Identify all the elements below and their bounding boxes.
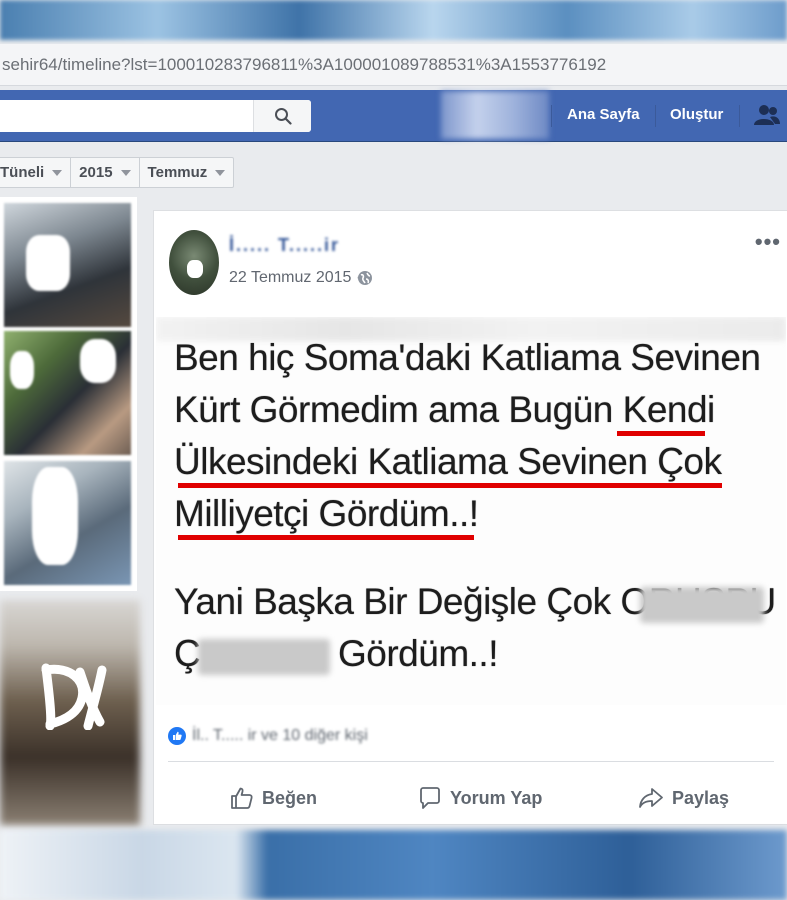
filter-year-label: 2015 xyxy=(79,164,113,181)
likes-text: İl.. T..... ir ve 10 diğer kişi xyxy=(192,727,368,744)
search-input[interactable] xyxy=(0,100,311,132)
censor-scribble xyxy=(41,663,107,730)
red-underline xyxy=(617,431,705,436)
censor-blur xyxy=(640,587,764,623)
share-label: Paylaş xyxy=(672,787,730,808)
search-icon xyxy=(274,108,292,125)
like-label: Beğen xyxy=(262,787,318,808)
filter-timeline[interactable]: Tüneli xyxy=(0,158,72,187)
divider xyxy=(168,761,774,762)
like-badge-icon xyxy=(168,727,186,745)
filter-month-label: Temmuz xyxy=(147,164,208,181)
browser-address-bar[interactable]: sehir64/timeline?lst=100010283796811%3A1… xyxy=(0,44,787,86)
avatar[interactable] xyxy=(169,230,219,295)
red-underline xyxy=(178,483,722,488)
censor-patch xyxy=(10,351,34,389)
photo-thumbnail[interactable] xyxy=(4,203,131,327)
share-icon xyxy=(639,788,663,808)
likes-summary[interactable]: İl.. T..... ir ve 10 diğer kişi xyxy=(168,721,368,751)
share-button[interactable]: Paylaş xyxy=(638,781,729,815)
desktop-background-blur xyxy=(0,0,787,40)
image-text-line: Ç xyxy=(174,633,201,674)
comment-button[interactable]: Yorum Yap xyxy=(418,781,542,815)
friends-icon[interactable] xyxy=(753,104,781,126)
photos-card xyxy=(0,197,137,591)
image-text-line: Milliyetçi Gördüm..! xyxy=(174,493,479,534)
search-button[interactable] xyxy=(253,100,311,132)
filter-timeline-label: Tüneli xyxy=(0,164,45,181)
thumbs-up-icon xyxy=(231,787,253,809)
image-text-line: Gördüm..! xyxy=(338,633,499,674)
nav-divider xyxy=(739,105,740,127)
censor-patch xyxy=(80,339,116,383)
nav-divider xyxy=(551,105,552,127)
censor-patch xyxy=(26,235,70,291)
address-url[interactable]: sehir64/timeline?lst=100010283796811%3A1… xyxy=(2,55,606,75)
image-text-line: Ülkesindeki Katliama Sevinen Çok xyxy=(174,441,722,482)
comment-icon xyxy=(420,787,440,809)
filter-month[interactable]: Temmuz xyxy=(140,158,234,187)
chevron-down-icon xyxy=(215,169,226,176)
image-text-line: Ben hiç Soma'daki Katliama Sevinen xyxy=(174,337,761,378)
nav-create[interactable]: Oluştur xyxy=(670,90,723,140)
facebook-header: Ana Sayfa Oluştur xyxy=(0,90,787,142)
post-image[interactable]: Ben hiç Soma'daki Katliama Sevinen Kürt … xyxy=(156,317,786,705)
photo-thumbnail[interactable] xyxy=(4,331,131,455)
photo-thumbnail[interactable] xyxy=(4,461,131,585)
like-button[interactable]: Beğen xyxy=(230,781,317,815)
more-icon[interactable]: ••• xyxy=(755,229,781,255)
globe-icon xyxy=(358,271,372,285)
profile-link-blurred[interactable] xyxy=(441,91,549,139)
timeline-filter: Tüneli 2015 Temmuz xyxy=(0,157,235,188)
filter-year[interactable]: 2015 xyxy=(71,158,140,187)
censor-patch xyxy=(32,467,78,565)
chevron-down-icon xyxy=(52,169,63,176)
post-card: İ..... T.....ir 22 Temmuz 2015 · ••• Ben… xyxy=(153,210,787,825)
post-author[interactable]: İ..... T.....ir xyxy=(229,235,340,256)
censor-blur xyxy=(198,639,330,675)
censor-patch xyxy=(187,260,203,278)
image-text-line: Kürt Görmedim ama Bugün Kendi xyxy=(174,389,715,430)
nav-home[interactable]: Ana Sayfa xyxy=(567,90,640,140)
red-underline xyxy=(178,535,474,540)
taskbar-blur xyxy=(0,830,787,900)
post-date[interactable]: 22 Temmuz 2015 · xyxy=(229,269,361,287)
nav-divider xyxy=(655,105,656,127)
comment-label: Yorum Yap xyxy=(450,787,543,808)
chevron-down-icon xyxy=(120,169,131,176)
